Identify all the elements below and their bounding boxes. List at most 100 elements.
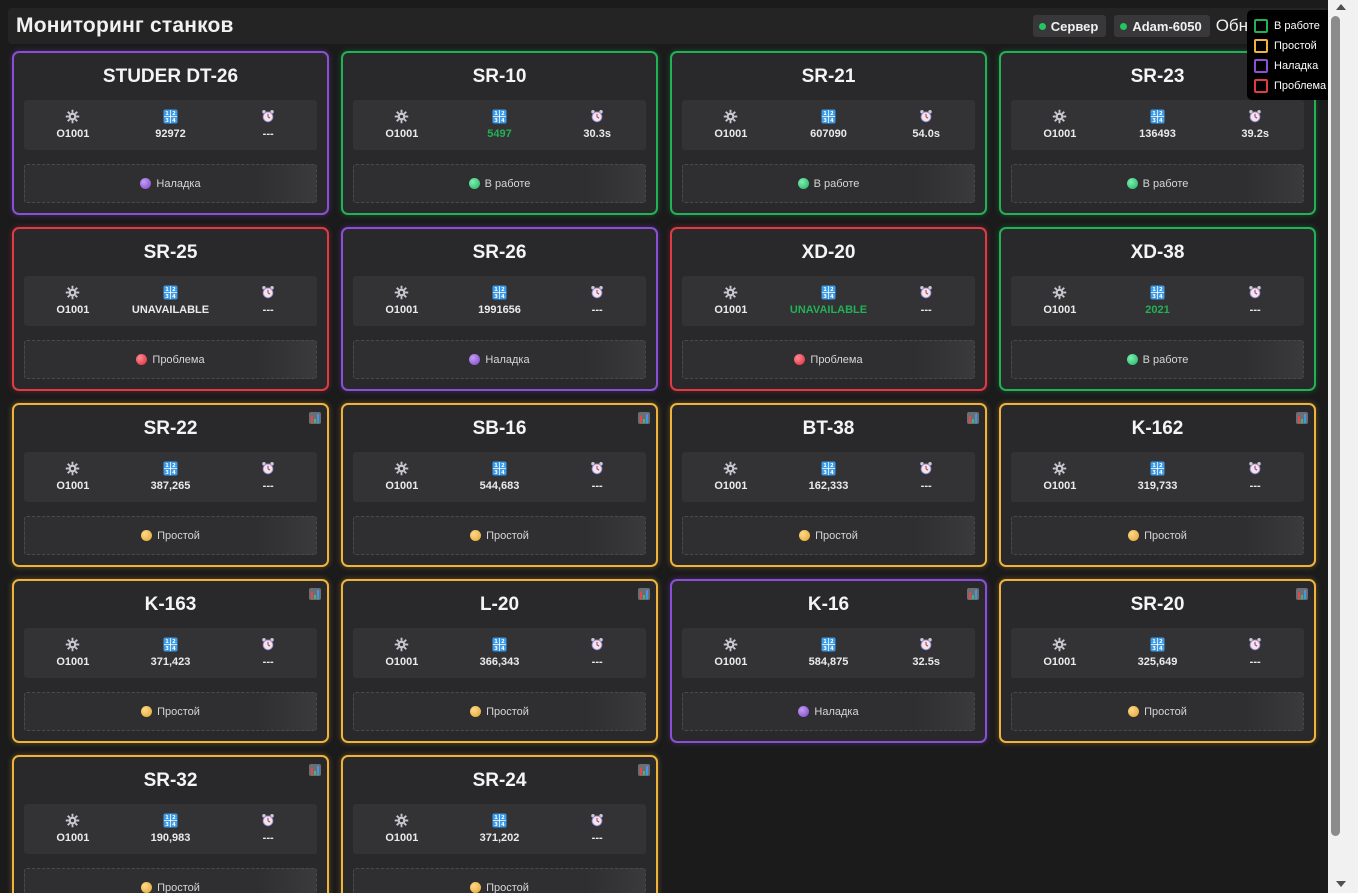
stat-program: O1001	[353, 100, 451, 150]
svg-text:2: 2	[1159, 463, 1163, 469]
scroll-down-arrow-icon[interactable]	[1336, 881, 1346, 887]
program-value: O1001	[56, 304, 90, 316]
status-label: Наладка	[485, 353, 530, 366]
svg-text:4: 4	[501, 645, 505, 651]
machine-card[interactable]: SR-24 O1001 1 2 3 4 371,202 --- Простой	[341, 755, 658, 893]
status-dot-icon	[1126, 178, 1138, 189]
program-value: O1001	[714, 656, 748, 668]
stat-cycle: 30.3s	[548, 100, 646, 150]
svg-text:2: 2	[172, 463, 176, 469]
stat-count: 1 2 3 4 544,683	[451, 452, 549, 502]
stat-cycle: 54.0s	[877, 100, 975, 150]
svg-text:3: 3	[494, 469, 498, 475]
part-count-value: 319,733	[1137, 480, 1178, 492]
counter-icon: 1234	[821, 636, 836, 652]
stat-count: 1 2 3 4 584,875	[780, 628, 878, 678]
machine-card[interactable]: STUDER DT-26 O1001 1 2 3 4 92972 --- Наладка	[12, 51, 329, 215]
stat-count: 1 2 3 4 5497	[451, 100, 549, 150]
program-value: O1001	[56, 656, 90, 668]
machine-card[interactable]: SR-25 O1001 1 2 3 4 UNAVAILABLE --- Проблема	[12, 227, 329, 391]
chart-icon[interactable]	[967, 412, 979, 424]
machine-card[interactable]: SR-26 O1001 1 2 3 4 1991656 --- Наладка	[341, 227, 658, 391]
machine-card[interactable]: SR-10 O1001 1 2 3 4 5497 30.3s В работе	[341, 51, 658, 215]
machine-stats: O1001 1 2 3 4 162,333 ---	[682, 452, 975, 502]
cycle-time-value: ---	[262, 128, 274, 140]
program-value: O1001	[385, 128, 419, 140]
stat-count: 1 2 3 4 1991656	[451, 276, 549, 326]
svg-text:2: 2	[830, 287, 834, 293]
cycle-time-value: ---	[262, 304, 274, 316]
machine-card[interactable]: K-163 O1001 1 2 3 4 371,423 --- Простой	[12, 579, 329, 743]
machine-card[interactable]: XD-38 O1001 1 2 3 4 2021 --- В работе	[999, 227, 1316, 391]
chart-icon[interactable]	[309, 588, 321, 600]
part-count-value: 371,423	[150, 656, 191, 668]
legend-swatch	[1254, 39, 1268, 53]
status-dot-icon	[470, 530, 482, 541]
machine-card[interactable]: BT-38 O1001 1 2 3 4 162,333 --- Простой	[670, 403, 987, 567]
chart-icon[interactable]	[638, 412, 650, 424]
chart-icon[interactable]	[309, 764, 321, 776]
svg-text:4: 4	[1159, 293, 1163, 299]
machine-card[interactable]: XD-20 O1001 1 2 3 4 UNAVAILABLE --- Проблема	[670, 227, 987, 391]
machine-card[interactable]: SR-22 O1001 1 2 3 4 387,265 --- Простой	[12, 403, 329, 567]
scrollbar-thumb[interactable]	[1331, 16, 1340, 836]
machine-card[interactable]: SB-16 O1001 1 2 3 4 544,683 --- Простой	[341, 403, 658, 567]
status-dot-icon	[140, 178, 152, 189]
program-value: O1001	[1043, 304, 1077, 316]
chart-icon[interactable]	[638, 588, 650, 600]
machine-card[interactable]: SR-20 O1001 1 2 3 4 325,649 --- Простой	[999, 579, 1316, 743]
stat-program: O1001	[682, 628, 780, 678]
stat-cycle: ---	[1206, 628, 1304, 678]
part-count-value: 190,983	[150, 832, 191, 844]
stat-cycle: ---	[877, 276, 975, 326]
svg-text:4: 4	[172, 645, 176, 651]
program-value: O1001	[385, 480, 419, 492]
status-label: Простой	[157, 881, 200, 893]
machine-name: SR-25	[143, 242, 198, 263]
machine-card[interactable]: SR-21 O1001 1 2 3 4 607090 54.0s В работе	[670, 51, 987, 215]
machine-name: XD-38	[1130, 242, 1185, 263]
alarm-clock-icon	[590, 812, 604, 828]
chart-icon[interactable]	[1296, 412, 1308, 424]
chart-icon[interactable]	[1296, 588, 1308, 600]
counter-icon: 1234	[1150, 636, 1165, 652]
svg-text:1: 1	[494, 639, 498, 645]
legend-label: Наладка	[1274, 60, 1319, 72]
machine-name: K-162	[1131, 418, 1184, 439]
cycle-time-value: 39.2s	[1241, 128, 1269, 140]
program-value: O1001	[56, 128, 90, 140]
stat-cycle: ---	[548, 276, 646, 326]
stat-cycle: ---	[219, 276, 317, 326]
part-count-value: 92972	[155, 128, 186, 140]
chart-icon[interactable]	[638, 764, 650, 776]
legend-label: Простой	[1274, 40, 1317, 52]
machine-card[interactable]: K-162 O1001 1 2 3 4 319,733 --- Простой	[999, 403, 1316, 567]
svg-text:3: 3	[1152, 293, 1156, 299]
legend-swatch	[1254, 59, 1268, 73]
machine-card[interactable]: K-16 O1001 1 2 3 4 584,875 32.5s Наладка	[670, 579, 987, 743]
machine-stats: O1001 1 2 3 4 366,343 ---	[353, 628, 646, 678]
stat-count: 1 2 3 4 190,983	[122, 804, 220, 854]
svg-text:3: 3	[823, 293, 827, 299]
cycle-time-value: ---	[262, 656, 274, 668]
machine-status: Простой	[353, 868, 646, 893]
part-count-value: 1991656	[478, 304, 521, 316]
svg-text:3: 3	[1152, 469, 1156, 475]
alarm-clock-icon	[919, 636, 933, 652]
svg-text:2: 2	[1159, 287, 1163, 293]
machine-card[interactable]: SR-32 O1001 1 2 3 4 190,983 --- Простой	[12, 755, 329, 893]
machine-card[interactable]: L-20 O1001 1 2 3 4 366,343 --- Простой	[341, 579, 658, 743]
cycle-time-value: ---	[920, 304, 932, 316]
program-value: O1001	[385, 304, 419, 316]
chart-icon[interactable]	[309, 412, 321, 424]
status-dot-icon	[794, 354, 806, 365]
chart-icon[interactable]	[967, 588, 979, 600]
scroll-up-arrow-icon[interactable]	[1336, 4, 1346, 10]
machine-name: STUDER DT-26	[102, 66, 239, 87]
machine-status: Простой	[24, 516, 317, 555]
server-status-badge: Сервер	[1032, 15, 1107, 37]
legend-item: В работе	[1254, 16, 1335, 36]
counter-icon: 1234	[492, 636, 507, 652]
machine-stats: O1001 1 2 3 4 325,649 ---	[1011, 628, 1304, 678]
machine-stats: O1001 1 2 3 4 136493 39.2s	[1011, 100, 1304, 150]
